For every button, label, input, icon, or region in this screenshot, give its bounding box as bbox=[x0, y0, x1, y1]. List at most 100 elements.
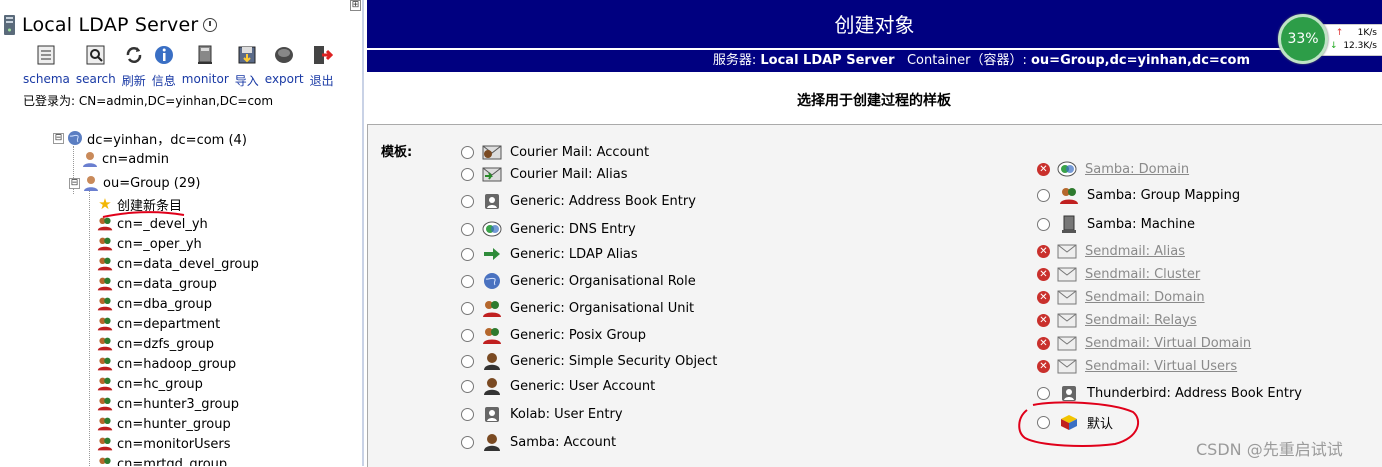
tree-item[interactable]: cn=_devel_yh bbox=[97, 214, 208, 234]
tree-item[interactable]: cn=data_group bbox=[97, 274, 217, 294]
template-option[interactable]: Generic: Simple Security Object bbox=[461, 351, 717, 371]
template-option[interactable]: Generic: Organisational Unit bbox=[461, 298, 694, 318]
tree-item[interactable]: cn=mrtqd_group bbox=[97, 454, 227, 466]
template-radio[interactable] bbox=[1037, 386, 1050, 400]
template-radio[interactable] bbox=[461, 328, 474, 342]
mail-icon bbox=[1057, 267, 1077, 282]
template-option[interactable]: Samba: Group Mapping bbox=[1037, 185, 1240, 205]
template-label: Sendmail: Domain bbox=[1085, 289, 1205, 305]
collapse-panel-button[interactable]: ⊞ bbox=[350, 0, 361, 11]
toolbar-import-button[interactable]: 导入 bbox=[235, 44, 259, 89]
tree-item-admin[interactable]: cn=admin bbox=[82, 149, 169, 169]
tree-item-label: cn=hadoop_group bbox=[117, 356, 237, 372]
tree-root[interactable]: ⊟ dc=yinhan，dc=com (4) bbox=[53, 128, 247, 148]
template-radio[interactable] bbox=[461, 167, 474, 181]
network-speed-widget[interactable]: ↑ 1K/s ↓ 12.3K/s 33% bbox=[1278, 14, 1382, 64]
server-title[interactable]: Local LDAP Server bbox=[2, 12, 218, 38]
tree-item[interactable]: cn=dzfs_group bbox=[97, 334, 214, 354]
group-icon bbox=[97, 437, 113, 451]
collapse-toggle[interactable]: ⊟ bbox=[53, 132, 64, 144]
toolbar-label: 刷新 bbox=[121, 74, 146, 88]
template-option[interactable]: Generic: Posix Group bbox=[461, 325, 646, 345]
toolbar-info-button[interactable]: 信息 bbox=[152, 44, 176, 89]
template-radio[interactable] bbox=[461, 247, 474, 261]
template-option[interactable]: Thunderbird: Address Book Entry bbox=[1037, 383, 1302, 403]
tree-item[interactable]: cn=hunter3_group bbox=[97, 394, 239, 414]
template-radio[interactable] bbox=[1037, 415, 1050, 429]
toolbar-schema-button[interactable]: schema bbox=[23, 44, 70, 89]
tree-item-label: cn=monitorUsers bbox=[117, 436, 231, 452]
template-radio[interactable] bbox=[461, 354, 474, 368]
template-radio[interactable] bbox=[461, 301, 474, 315]
toolbar-label: 导入 bbox=[234, 74, 259, 88]
template-option[interactable]: Courier Mail: Alias bbox=[461, 164, 627, 184]
tree-item[interactable]: cn=hadoop_group bbox=[97, 354, 236, 374]
template-radio[interactable] bbox=[1037, 188, 1050, 202]
template-radio[interactable] bbox=[461, 222, 474, 236]
template-radio[interactable] bbox=[461, 194, 474, 208]
default-object-icon bbox=[1061, 415, 1077, 430]
template-option[interactable]: 默认 bbox=[1037, 412, 1113, 432]
group-icon bbox=[97, 357, 113, 371]
toolbar-refresh-button[interactable]: 刷新 bbox=[122, 44, 146, 89]
template-radio[interactable] bbox=[461, 435, 474, 449]
cpu-percent-gauge: 33% bbox=[1278, 14, 1328, 64]
template-option-disabled: ✕ Samba: Domain bbox=[1037, 159, 1189, 179]
template-option-disabled: ✕ Sendmail: Alias bbox=[1037, 241, 1185, 261]
page-title: 创建对象 bbox=[367, 0, 1382, 48]
template-option-disabled: ✕ Sendmail: Relays bbox=[1037, 310, 1197, 330]
tree-item[interactable]: cn=hunter_group bbox=[97, 414, 231, 434]
template-radio[interactable] bbox=[461, 379, 474, 393]
ou-icon bbox=[483, 301, 501, 317]
tree-create-new-entry[interactable]: ★ 创建新条目 bbox=[97, 194, 182, 214]
template-option[interactable]: Generic: DNS Entry bbox=[461, 219, 636, 239]
tree-item[interactable]: cn=hc_group bbox=[97, 374, 203, 394]
template-label: Generic: LDAP Alias bbox=[510, 246, 638, 262]
template-label: Generic: Simple Security Object bbox=[510, 353, 718, 369]
container-label: Container（容器）: bbox=[906, 53, 1031, 68]
user-icon bbox=[484, 434, 500, 451]
import-icon bbox=[238, 46, 256, 64]
template-option[interactable]: Kolab: User Entry bbox=[461, 404, 623, 424]
template-option[interactable]: Generic: Organisational Role bbox=[461, 271, 696, 291]
unavailable-icon: ✕ bbox=[1037, 244, 1050, 258]
template-option[interactable]: Samba: Account bbox=[461, 432, 616, 452]
toolbar-label: monitor bbox=[181, 72, 229, 86]
left-panel: ⊞ Local LDAP Server schema search 刷新 信息 moni… bbox=[0, 0, 364, 466]
collapse-toggle[interactable]: ⊟ bbox=[69, 177, 80, 189]
template-radio[interactable] bbox=[461, 407, 474, 421]
template-label: Generic: Organisational Role bbox=[510, 273, 696, 289]
template-option[interactable]: Samba: Machine bbox=[1037, 214, 1195, 234]
template-option[interactable]: Generic: Address Book Entry bbox=[461, 191, 696, 211]
tree-item[interactable]: cn=data_devel_group bbox=[97, 254, 259, 274]
template-option[interactable]: Courier Mail: Account bbox=[461, 142, 649, 162]
template-radio[interactable] bbox=[461, 145, 474, 159]
tree-item[interactable]: cn=dba_group bbox=[97, 294, 212, 314]
tree-item-group[interactable]: ⊟ ou=Group (29) bbox=[69, 173, 200, 193]
template-radio[interactable] bbox=[461, 274, 474, 288]
toolbar-label: search bbox=[75, 72, 116, 86]
tree-item[interactable]: cn=_oper_yh bbox=[97, 234, 202, 254]
watermark: CSDN @先重启试试 bbox=[1196, 440, 1343, 459]
template-radio[interactable] bbox=[1037, 217, 1050, 231]
toolbar-label: export bbox=[264, 72, 304, 86]
tree-item[interactable]: cn=department bbox=[97, 314, 220, 334]
toolbar-search-button[interactable]: search bbox=[76, 44, 116, 89]
template-label: Generic: User Account bbox=[510, 378, 656, 394]
server-container-bar: 服务器: Local LDAP Server Container（容器）: ou… bbox=[367, 50, 1382, 72]
template-option-disabled: ✕ Sendmail: Domain bbox=[1037, 287, 1205, 307]
toolbar-monitor-button[interactable]: monitor bbox=[182, 44, 229, 89]
tree-item-label: cn=admin bbox=[102, 151, 170, 167]
info-icon bbox=[154, 46, 173, 64]
mail-icon bbox=[1057, 290, 1077, 305]
toolbar-export-button[interactable]: export bbox=[265, 44, 304, 89]
tree-item[interactable]: cn=monitorUsers bbox=[97, 434, 231, 454]
clock-icon[interactable] bbox=[203, 18, 218, 32]
template-option[interactable]: Generic: User Account bbox=[461, 376, 655, 396]
courier-account-icon bbox=[482, 145, 502, 160]
group-icon bbox=[97, 237, 113, 251]
main-content: 创建对象 服务器: Local LDAP Server Container（容器… bbox=[366, 0, 1382, 467]
template-option[interactable]: Generic: LDAP Alias bbox=[461, 244, 638, 264]
export-icon bbox=[275, 47, 294, 63]
toolbar-logout-button[interactable]: 退出 bbox=[310, 44, 334, 89]
